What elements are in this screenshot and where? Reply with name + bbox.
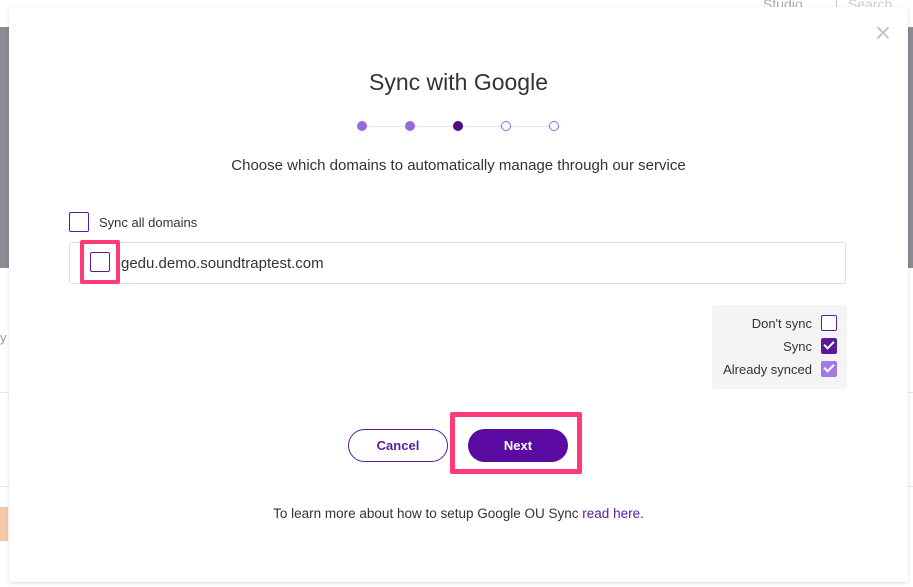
background-text: y [0, 330, 7, 345]
legend-already-synced-label: Already synced [723, 361, 812, 377]
legend-dont-sync-label: Don't sync [751, 315, 812, 331]
domain-row: gedu.demo.soundtraptest.com [69, 240, 846, 284]
sync-all-label: Sync all domains [99, 214, 198, 230]
modal-title: Sync with Google [369, 69, 548, 95]
step-dot-1 [357, 121, 367, 131]
sync-all-checkbox[interactable] [69, 212, 89, 232]
legend-dont-sync-checkbox [821, 315, 837, 331]
background-accent [0, 507, 8, 541]
modal-subtitle: Choose which domains to automatically ma… [231, 157, 686, 174]
sync-google-modal: × Sync with Google Choose which domains … [9, 7, 908, 582]
legend-sync-label: Sync [783, 338, 812, 354]
domain-name: gedu.demo.soundtraptest.com [121, 255, 324, 272]
legend-sync-checkbox [821, 338, 837, 354]
step-dot-3 [453, 121, 463, 131]
step-dot-4 [501, 121, 511, 131]
domain-checkbox-highlight [80, 240, 120, 284]
next-button[interactable]: Next [468, 429, 568, 462]
footer-help-text: To learn more about how to setup Google … [9, 506, 908, 521]
sync-legend: Don't sync Sync Already synced [712, 305, 847, 389]
step-dot-2 [405, 121, 415, 131]
footer-end: . [640, 506, 644, 521]
step-dot-5 [549, 121, 559, 131]
legend-sync: Sync [783, 338, 837, 354]
legend-already-synced-checkbox [821, 361, 837, 377]
cancel-button[interactable]: Cancel [348, 429, 448, 462]
domain-checkbox[interactable] [90, 252, 110, 272]
close-icon[interactable]: × [872, 19, 894, 47]
sync-all-domains-option[interactable]: Sync all domains [69, 212, 197, 232]
step-indicator [357, 120, 565, 132]
legend-dont-sync: Don't sync [752, 315, 837, 331]
footer-text: To learn more about how to setup Google … [273, 506, 583, 521]
read-here-link[interactable]: read here [582, 506, 640, 521]
legend-already-synced: Already synced [723, 361, 837, 377]
